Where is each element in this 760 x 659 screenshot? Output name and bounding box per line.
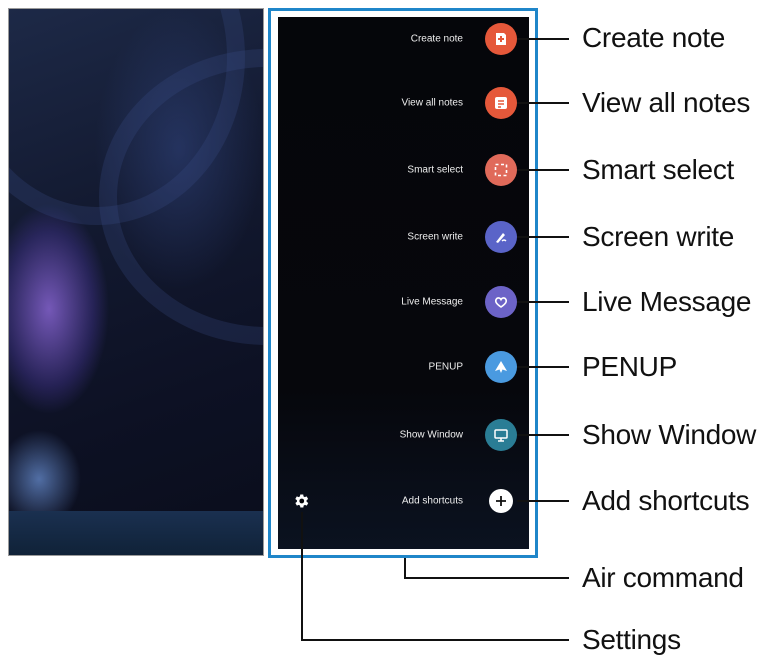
screen-write-label: Screen write (407, 231, 463, 243)
create-note-button[interactable] (485, 23, 517, 55)
callout-line-show-window (517, 434, 569, 436)
screen-write-pen-icon (496, 233, 507, 243)
callout-line-settings-vertical (301, 512, 303, 640)
add-shortcuts-button[interactable] (489, 489, 513, 513)
live-message-button[interactable] (485, 286, 517, 318)
smart-select-label: Smart select (407, 164, 463, 176)
callout-air-command: Air command (582, 562, 744, 593)
smart-select-button[interactable] (485, 154, 517, 186)
air-command-panel: Create note View all notes Smart select … (278, 17, 529, 549)
callout-penup: PENUP (582, 351, 677, 382)
view-all-notes-label: View all notes (401, 97, 463, 109)
callout-create-note: Create note (582, 22, 726, 53)
penup-button[interactable] (485, 351, 517, 383)
callout-line-smart-select (517, 169, 569, 171)
phone-wallpaper (8, 8, 264, 556)
callout-line-live-message (517, 301, 569, 303)
penup-label: PENUP (428, 361, 463, 373)
callout-line-air-command-horizontal (404, 577, 569, 579)
settings-gear-icon[interactable] (292, 492, 310, 510)
callout-line-penup (517, 366, 569, 368)
create-note-icon (496, 33, 506, 45)
callout-line-air-command-vertical (404, 558, 406, 578)
callout-view-all-notes: View all notes (582, 87, 751, 118)
show-window-label: Show Window (399, 429, 463, 441)
add-shortcuts-label: Add shortcuts (401, 495, 463, 507)
callout-live-message: Live Message (582, 286, 752, 317)
monitor-icon (494, 429, 508, 442)
wallpaper-bottom-bar (9, 511, 263, 555)
notes-list-icon (495, 97, 507, 109)
show-window-button[interactable] (485, 419, 517, 451)
live-message-label: Live Message (401, 296, 463, 308)
callout-settings: Settings (582, 624, 681, 655)
callout-smart-select: Smart select (582, 154, 734, 185)
callout-show-window: Show Window (582, 419, 757, 450)
penup-icon (495, 361, 507, 373)
screen-write-button[interactable] (485, 221, 517, 253)
heart-icon (494, 297, 508, 308)
callout-line-add-shortcuts (517, 500, 569, 502)
callout-line-create-note (517, 38, 569, 40)
plus-icon (496, 496, 506, 506)
callout-line-settings-horizontal (301, 639, 569, 641)
view-all-notes-button[interactable] (485, 87, 517, 119)
create-note-label: Create note (410, 33, 463, 45)
callout-screen-write: Screen write (582, 221, 735, 252)
callout-add-shortcuts: Add shortcuts (582, 485, 750, 516)
smart-select-icon (494, 163, 508, 177)
callout-line-screen-write (517, 236, 569, 238)
callout-line-view-all-notes (517, 102, 569, 104)
